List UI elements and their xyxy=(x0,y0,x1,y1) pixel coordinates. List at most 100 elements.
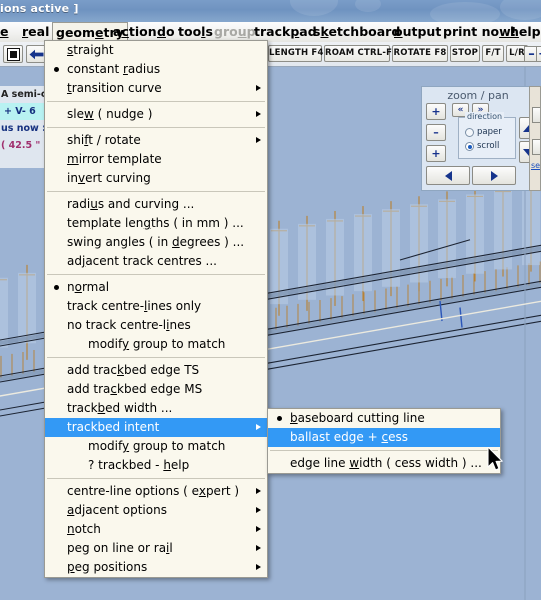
pan-right-button[interactable] xyxy=(472,166,516,185)
menu-item-label: modify group to match xyxy=(88,439,226,453)
menu-item-peg-on-line-or-rail[interactable]: peg on line or rail xyxy=(45,539,267,558)
menu-item-constant-radius[interactable]: constant radius xyxy=(45,60,267,79)
back-arrow-icon[interactable] xyxy=(26,45,46,63)
accel-key: b xyxy=(97,401,106,415)
radio-scroll[interactable] xyxy=(465,142,474,151)
title-decor-1 xyxy=(290,0,338,16)
toolbar-button-roam[interactable]: ROAM CTRL-F9 xyxy=(324,45,398,62)
menubar-item-action[interactable]: action xyxy=(113,23,157,41)
menu-item-trackbed-intent[interactable]: trackbed intent xyxy=(45,418,267,437)
side-panel-link[interactable]: se xyxy=(531,161,540,170)
accel-key: y xyxy=(122,439,130,453)
zoom-in-dotted-button[interactable]: + xyxy=(426,103,446,120)
accel-key: t xyxy=(67,81,72,95)
accel-key: f xyxy=(84,133,89,147)
submenu-arrow-icon xyxy=(256,111,261,117)
application-window: ions active ] e real geometry action do … xyxy=(0,0,541,600)
menubar-item-real[interactable]: real xyxy=(22,23,49,41)
menu-item-peg-positions[interactable]: peg positions xyxy=(45,558,267,577)
menu-item-mirror-template[interactable]: mirror template xyxy=(45,150,267,169)
menu-item-trackbed-width[interactable]: trackbed width ... xyxy=(45,399,267,418)
toolbar-button-rotate[interactable]: ROTATE F8 xyxy=(392,45,448,62)
trackbed-intent-submenu[interactable]: baseboard cutting line ballast edge + ces… xyxy=(267,408,501,474)
title-decor-3 xyxy=(430,2,500,22)
accel-key: c xyxy=(110,382,118,396)
menu-item-label: adjacent track centres ... xyxy=(67,254,217,268)
submenu-arrow-icon xyxy=(256,488,261,494)
menu-item-label: straight xyxy=(67,43,114,57)
menu-item-label: shift / rotate xyxy=(67,133,141,147)
back-arrow-glyph xyxy=(29,49,43,59)
menu-item-label: trackbed width ... xyxy=(67,401,173,415)
accel-key: w xyxy=(349,456,360,470)
accel-key: i xyxy=(166,541,170,555)
side-panel-button-2[interactable] xyxy=(532,139,540,155)
zoom-pan-panel[interactable]: zoom / pan + – + « » direction paper scr… xyxy=(421,86,541,191)
info-spacer xyxy=(0,154,46,168)
menubar-item-e[interactable]: e xyxy=(0,23,8,41)
menu-item-adjacent-options[interactable]: adjacent options xyxy=(45,501,267,520)
submenu-item-baseboard-cutting-line[interactable]: baseboard cutting line xyxy=(268,409,500,428)
accel-key: n xyxy=(67,522,75,536)
menu-item-adjacent-track-centres[interactable]: adjacent track centres ... xyxy=(45,252,267,271)
menubar-item-do[interactable]: do xyxy=(157,23,175,41)
accel-key: b xyxy=(290,411,298,425)
menu-item-swing-angles-in-degrees[interactable]: swing angles ( in degrees ) ... xyxy=(45,233,267,252)
menubar-item-output[interactable]: output xyxy=(394,23,441,41)
menu-item-label: ? trackbed - help xyxy=(88,458,190,472)
direction-radio-group[interactable]: direction paper scroll xyxy=(458,112,516,159)
side-panel-sliver[interactable]: se xyxy=(529,86,541,191)
menu-item-centre-line-options-expert[interactable]: centre-line options ( expert ) xyxy=(45,482,267,501)
submenu-arrow-icon xyxy=(256,507,261,513)
menubar-item-print-now[interactable]: print now! xyxy=(443,23,516,41)
submenu-item-edge-line-width-cess-width[interactable]: edge line width ( cess width ) ... xyxy=(268,454,500,473)
menu-item-track-centre-lines-only[interactable]: track centre-lines only xyxy=(45,297,267,316)
menu-item-label: add trackbed edge TS xyxy=(67,363,200,377)
menu-item-trackbed-help[interactable]: ? trackbed - help xyxy=(45,456,267,475)
menu-item-label: modify group to match xyxy=(88,337,226,351)
accel-key: i xyxy=(166,318,170,332)
menu-item-label: track centre-lines only xyxy=(67,299,202,313)
accel-key: x xyxy=(198,484,206,498)
pan-left-button[interactable] xyxy=(426,166,470,185)
menu-item-add-trackbed-edge-ts[interactable]: add trackbed edge TS xyxy=(45,361,267,380)
side-panel-button-1[interactable] xyxy=(532,107,540,123)
menu-separator xyxy=(47,127,265,128)
view-window-icon[interactable] xyxy=(3,45,23,63)
menu-item-slew-nudge[interactable]: slew ( nudge ) xyxy=(45,105,267,124)
radio-paper-label: paper xyxy=(477,127,502,137)
menu-item-template-lengths-in-mm[interactable]: template lengths ( in mm ) ... xyxy=(45,214,267,233)
zoom-decrease-button[interactable]: – xyxy=(426,124,446,141)
toolbar-button-length[interactable]: LENGTH F4 xyxy=(268,45,323,62)
submenu-arrow-icon xyxy=(256,526,261,532)
menu-item-invert-curving[interactable]: invert curving xyxy=(45,169,267,188)
menu-item-transition-curve[interactable]: transition curve xyxy=(45,79,267,98)
radio-paper[interactable] xyxy=(465,128,474,137)
triangle-left-icon xyxy=(444,170,452,181)
submenu-arrow-icon xyxy=(256,137,261,143)
toolbar-button-ft[interactable]: F/T xyxy=(482,45,504,62)
geometry-dropdown-menu[interactable]: straight constant radius transition curve s… xyxy=(44,40,268,578)
menu-item-no-track-centre-lines[interactable]: no track centre-lines xyxy=(45,316,267,335)
menu-item-modify-group-to-match[interactable]: modify group to match xyxy=(45,335,267,354)
submenu-item-ballast-edge-cess[interactable]: ballast edge + cess xyxy=(268,428,500,447)
info-line-1: A semi-c xyxy=(0,86,46,103)
bullet-icon xyxy=(54,67,59,72)
submenu-separator xyxy=(270,450,498,451)
zoom-increase-button[interactable]: + xyxy=(426,145,446,162)
menu-item-straight[interactable]: straight xyxy=(45,41,267,60)
menubar-item-sketchboard[interactable]: sketchboard xyxy=(313,23,400,41)
menu-item-normal[interactable]: normal xyxy=(45,278,267,297)
menubar-item-help[interactable]: help xyxy=(510,23,541,41)
menu-item-label: notch xyxy=(67,522,101,536)
zoom-in-button[interactable]: + xyxy=(536,46,541,62)
toolbar-button-stop[interactable]: STOP xyxy=(450,45,480,62)
menu-item-add-trackbed-edge-ms[interactable]: add trackbed edge MS xyxy=(45,380,267,399)
menu-item-radius-and-curving[interactable]: radius and curving ... xyxy=(45,195,267,214)
menubar-item-tools[interactable]: tools xyxy=(178,23,213,41)
menu-item-notch[interactable]: notch xyxy=(45,520,267,539)
menu-item-modify-group-to-match[interactable]: modify group to match xyxy=(45,437,267,456)
info-line-3: us now : xyxy=(0,120,46,137)
menu-item-shift-rotate[interactable]: shift / rotate xyxy=(45,131,267,150)
menubar-item-trackpad[interactable]: trackpad xyxy=(254,23,317,41)
